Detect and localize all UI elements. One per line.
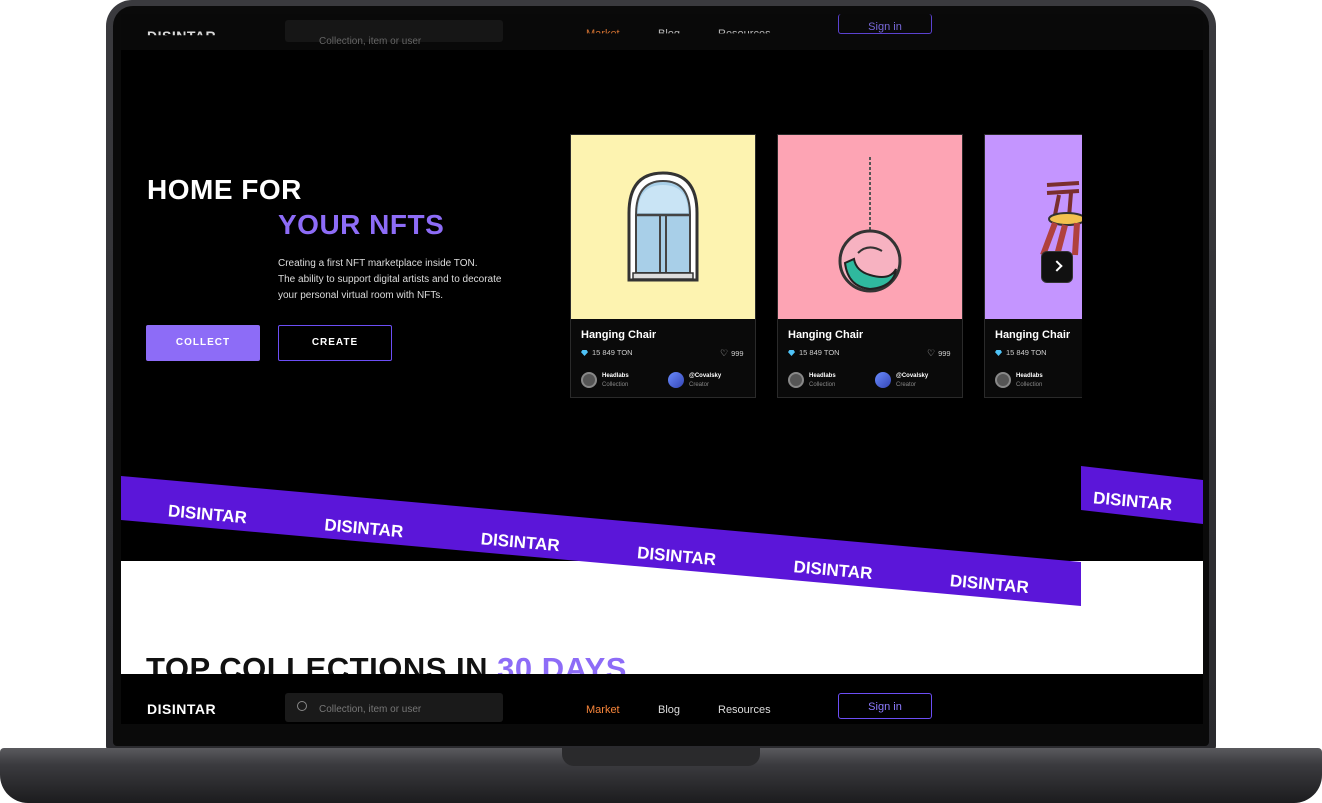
collection-avatar[interactable] xyxy=(788,372,804,388)
browser-screen: DISINTAR Collection, item or user Market… xyxy=(121,14,1203,724)
search-input[interactable]: Collection, item or user xyxy=(285,20,503,47)
ribbon-word: DISINTAR xyxy=(1092,488,1172,514)
creator-name: @Covalsky xyxy=(689,373,722,379)
likes-count: 999 xyxy=(938,349,951,358)
nav-market[interactable]: Market xyxy=(586,704,620,716)
chevron-right-icon xyxy=(1051,260,1063,272)
collection-sub: Collection xyxy=(1016,382,1043,388)
ribbon-word: DISINTAR xyxy=(480,529,560,555)
search-input[interactable]: Collection, item or user xyxy=(285,693,503,722)
creator-name: @Covalsky xyxy=(896,373,929,379)
nft-price: 15 849 TON xyxy=(995,348,1047,357)
collection-meta[interactable]: Headlabs Collection xyxy=(809,372,836,390)
hero-title-line1: HOME FOR xyxy=(147,174,302,205)
top-collections-title: TOP COLLECTIONS IN 30 DAYS ⌄ xyxy=(146,651,648,675)
ton-gem-icon xyxy=(995,350,1002,357)
ribbon-word: DISINTAR xyxy=(167,501,247,527)
collection-sub: Collection xyxy=(809,382,836,388)
creator-avatar[interactable] xyxy=(875,372,891,388)
search-icon xyxy=(297,701,307,711)
price-value: 15 849 TON xyxy=(592,348,633,357)
likes-count: 999 xyxy=(731,349,744,358)
creator-meta[interactable]: @Covalsky Creator xyxy=(689,372,721,390)
price-value: 15 849 TON xyxy=(1006,348,1047,357)
search-placeholder: Collection, item or user xyxy=(319,36,422,47)
laptop-base-notch xyxy=(562,748,760,766)
nft-image-window xyxy=(571,135,755,319)
creator-sub: Creator xyxy=(896,382,917,388)
nft-title: Hanging Chair xyxy=(995,329,1071,341)
hero-title-line2: YOUR NFTS xyxy=(278,209,445,240)
signin-button[interactable]: Sign in xyxy=(838,693,932,719)
ton-gem-icon xyxy=(788,350,795,357)
signin-button[interactable]: Sign in xyxy=(838,14,932,34)
collection-avatar[interactable] xyxy=(581,372,597,388)
price-value: 15 849 TON xyxy=(799,348,840,357)
collection-name: Headlabs xyxy=(809,373,836,379)
collection-meta[interactable]: Headlabs Collection xyxy=(602,372,629,390)
sticky-header: DISINTAR Collection, item or user Market… xyxy=(121,674,1203,724)
collection-name: Headlabs xyxy=(602,373,629,379)
heart-icon: ♡ xyxy=(720,348,729,358)
nft-likes[interactable]: ♡ 999 xyxy=(927,348,951,359)
nav-blog[interactable]: Blog xyxy=(658,28,680,33)
ribbon-word: DISINTAR xyxy=(324,515,404,541)
logo[interactable]: DISINTAR xyxy=(147,701,216,717)
create-button[interactable]: CREATE xyxy=(278,325,392,361)
top-collections-text: TOP COLLECTIONS IN xyxy=(146,651,498,675)
creator-avatar[interactable] xyxy=(668,372,684,388)
hero-desc-line: Creating a first NFT marketplace inside … xyxy=(278,258,478,269)
top-header: DISINTAR Collection, item or user Market… xyxy=(121,14,1203,50)
nft-price: 15 849 TON xyxy=(581,348,633,357)
creator-meta[interactable]: @Covalsky Creator xyxy=(896,372,928,390)
nft-title: Hanging Chair xyxy=(581,329,657,341)
logo[interactable]: DISINTAR xyxy=(147,28,216,35)
nav-resources[interactable]: Resources xyxy=(718,704,771,716)
search-placeholder: Collection, item or user xyxy=(319,704,422,715)
nft-likes[interactable]: ♡ 999 xyxy=(720,348,744,359)
nav-resources[interactable]: Resources xyxy=(718,28,771,33)
nft-card[interactable]: Hanging Chair 15 849 TON ♡ 999 Headlabs Co… xyxy=(777,134,963,398)
collection-avatar[interactable] xyxy=(995,372,1011,388)
top-collections-period[interactable]: 30 DAYS xyxy=(497,651,627,675)
hero-description: Creating a first NFT marketplace inside … xyxy=(278,256,548,304)
ton-gem-icon xyxy=(581,350,588,357)
creator-sub: Creator xyxy=(689,382,710,388)
nav-market[interactable]: Market xyxy=(586,28,620,33)
nft-card[interactable]: Hanging Chair 15 849 TON ♡ 999 Headlabs Co… xyxy=(570,134,756,398)
hero-desc-line: your personal virtual room with NFTs. xyxy=(278,290,444,301)
collection-name: Headlabs xyxy=(1016,373,1043,379)
nav-blog[interactable]: Blog xyxy=(658,704,680,716)
heart-icon: ♡ xyxy=(927,348,936,358)
nft-title: Hanging Chair xyxy=(788,329,864,341)
collection-meta[interactable]: Headlabs Collection xyxy=(1016,372,1043,390)
collect-button[interactable]: COLLECT xyxy=(146,325,260,361)
collection-sub: Collection xyxy=(602,382,629,388)
nft-price: 15 849 TON xyxy=(788,348,840,357)
nft-image-hanging-chair xyxy=(778,135,962,319)
nft-image-chair xyxy=(985,135,1082,319)
carousel-next-button[interactable] xyxy=(1041,251,1073,283)
hero-desc-line: The ability to support digital artists a… xyxy=(278,274,502,285)
